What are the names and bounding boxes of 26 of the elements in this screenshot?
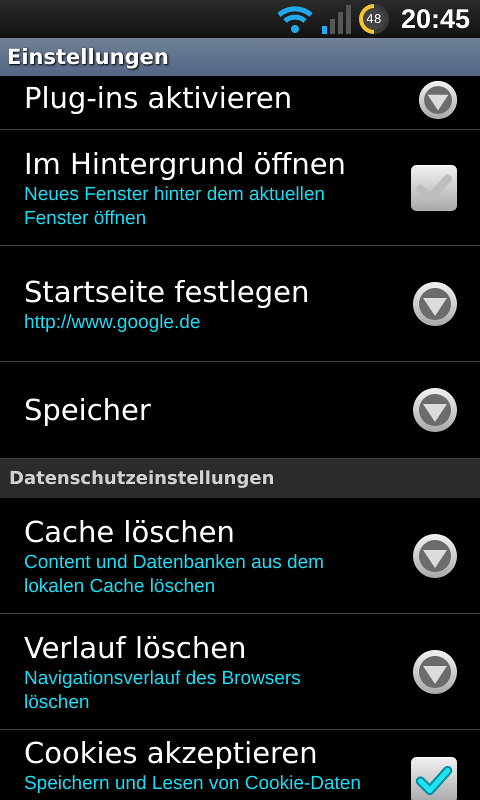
item-title: Speicher: [24, 392, 151, 429]
wifi-icon: [276, 4, 313, 34]
item-title: Im Hintergrund öffnen: [24, 146, 347, 182]
section-header: Datenschutzeinstellungen: [0, 459, 480, 498]
checkbox[interactable]: [410, 756, 458, 800]
item-title: Startseite festlegen: [24, 274, 310, 310]
item-summary: Content und Datenbanken aus dem lokalen Cache löschen: [24, 550, 325, 598]
settings-item[interactable]: Plug-ins aktivieren: [0, 76, 480, 130]
item-summary: Speichern und Lesen von Cookie-Daten: [24, 772, 361, 796]
battery-indicator: 48: [358, 4, 389, 34]
signal-icon: [320, 4, 351, 34]
item-summary: Neues Fenster hinter dem aktuellen Fenster öffnen: [24, 182, 326, 230]
item-title: Cookies akzeptieren: [24, 735, 319, 772]
item-title: Cache löschen: [24, 514, 236, 550]
settings-item[interactable]: Cookies akzeptieren Speichern und Lesen von Cookie-Daten: [0, 730, 480, 800]
item-summary: http://www.google.de: [24, 310, 202, 334]
settings-item[interactable]: Verlauf löschen Navigationsverlauf des Browsers löschen: [0, 614, 480, 730]
settings-item[interactable]: Im Hintergrund öffnen Neues Fenster hinter dem aktuellen Fenster öffnen: [0, 130, 480, 246]
clock: 20:45: [400, 4, 470, 34]
item-title: Plug-ins aktivieren: [24, 80, 292, 117]
item-title: Verlauf löschen: [24, 630, 248, 666]
settings-item[interactable]: Startseite festlegen http://www.google.de: [0, 246, 480, 362]
settings-item[interactable]: Cache löschen Content und Datenbanken aus dem lokalen Cache löschen: [0, 498, 480, 614]
screen-title: Einstellungen: [7, 45, 169, 69]
checkbox[interactable]: [410, 164, 458, 212]
item-summary: Navigationsverlauf des Browsers löschen: [24, 666, 302, 714]
